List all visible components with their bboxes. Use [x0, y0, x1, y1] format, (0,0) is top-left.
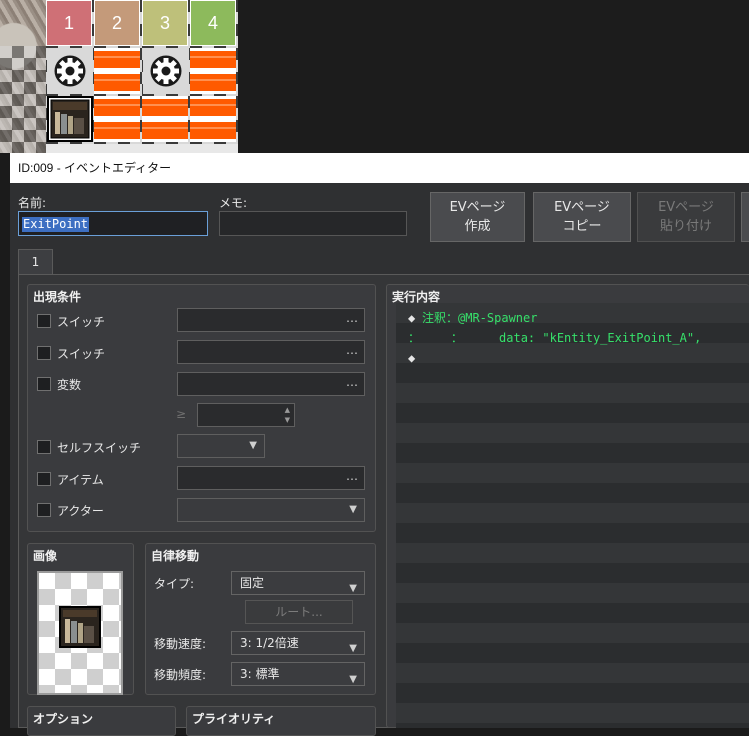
region-label: 2 — [111, 13, 122, 33]
name-value: ExitPoint — [22, 217, 90, 232]
spawn-marker-tile[interactable] — [190, 48, 236, 94]
spawn-marker-tile[interactable] — [190, 96, 236, 142]
region-label: 3 — [159, 13, 170, 33]
chevron-down-icon: ▼ — [349, 674, 357, 685]
self-switch-checkbox[interactable] — [37, 440, 51, 454]
region-tile-1[interactable]: 1 — [46, 0, 92, 46]
image-title: 画像 — [33, 549, 58, 563]
command-list[interactable]: ◆ 注釈：@MR-Spawner ： ： data: "kEntity_Exit… — [396, 303, 749, 728]
command-text: ： data: "kEntity_ExitPoint_A", — [422, 331, 702, 345]
region-label: 4 — [207, 13, 218, 33]
copy-page-button[interactable]: EVページ コピー — [533, 192, 631, 242]
movement-frequency-select[interactable]: 3: 標準 ▼ — [231, 662, 365, 686]
options-group: オプション — [27, 706, 176, 736]
route-button[interactable]: ルート... — [245, 600, 353, 624]
command-bullet: ◆ — [408, 311, 416, 325]
gear-icon — [54, 55, 86, 87]
bookshelf-icon — [50, 99, 90, 139]
conditions-title: 出現条件 — [33, 290, 82, 304]
spawn-marker-tile[interactable] — [94, 48, 140, 94]
map-canvas[interactable]: 1 2 3 4 — [0, 0, 749, 153]
name-field[interactable]: ExitPoint — [18, 211, 208, 236]
command-row[interactable]: ◆ 注釈：@MR-Spawner — [396, 308, 749, 328]
selected-event-tile[interactable] — [47, 96, 93, 142]
memo-field[interactable] — [219, 211, 407, 236]
movement-type-select[interactable]: 固定 ▼ — [231, 571, 365, 595]
event-image-preview[interactable] — [37, 571, 123, 695]
event-tile-gear[interactable] — [143, 48, 189, 94]
event-editor-window: ID:009 - イベントエディター 名前: ExitPoint メモ: EVペ… — [10, 153, 749, 736]
actor-checkbox[interactable] — [37, 503, 51, 517]
window-title: ID:009 - イベントエディター — [10, 153, 749, 183]
priority-group: プライオリティ — [186, 706, 376, 736]
switch2-selector[interactable]: … — [177, 340, 365, 364]
chevron-down-icon: ▼ — [349, 504, 357, 515]
switch2-checkbox[interactable] — [37, 346, 51, 360]
speed-label: 移動速度: — [154, 637, 207, 651]
name-label: 名前: — [18, 196, 47, 210]
tab-page-1[interactable]: 1 — [18, 249, 53, 275]
paste-page-button[interactable]: EVページ 貼り付け — [637, 192, 735, 242]
self-switch-select[interactable]: ▼ — [177, 434, 265, 458]
event-tile-gear[interactable] — [47, 48, 93, 94]
switch2-label: スイッチ — [57, 347, 106, 361]
command-bullet: ： — [408, 331, 421, 345]
chevron-down-icon: ▼ — [249, 440, 257, 451]
bookshelf-icon — [59, 606, 101, 648]
chevron-down-icon: ▼ — [349, 643, 357, 654]
priority-title: プライオリティ — [192, 712, 276, 726]
spawn-marker-tile[interactable] — [142, 96, 188, 142]
spawn-marker-tile[interactable] — [94, 96, 140, 142]
region-tile-4[interactable]: 4 — [190, 0, 236, 46]
memo-label: メモ: — [219, 196, 248, 210]
gear-icon — [150, 55, 182, 87]
variable-checkbox[interactable] — [37, 377, 51, 391]
item-selector[interactable]: … — [177, 466, 365, 490]
variable-selector[interactable]: … — [177, 372, 365, 396]
switch1-checkbox[interactable] — [37, 314, 51, 328]
map-row-edge — [46, 144, 238, 153]
switch1-label: スイッチ — [57, 315, 106, 329]
switch1-selector[interactable]: … — [177, 308, 365, 332]
command-row[interactable]: ◆ — [396, 348, 749, 368]
variable-label: 変数 — [57, 378, 82, 392]
clear-page-button[interactable] — [741, 192, 749, 242]
chevron-down-icon: ▼ — [349, 583, 357, 594]
region-tile-2[interactable]: 2 — [94, 0, 140, 46]
actor-label: アクター — [57, 504, 104, 518]
variable-value-spinner[interactable]: ▲ ▼ — [197, 403, 295, 427]
floor-tile-overlay — [0, 46, 46, 153]
command-bullet: ◆ — [408, 351, 416, 365]
new-page-button[interactable]: EVページ 作成 — [430, 192, 525, 242]
item-checkbox[interactable] — [37, 472, 51, 486]
command-row[interactable]: ： ： data: "kEntity_ExitPoint_A", — [396, 328, 749, 348]
command-text: 注釈：@MR-Spawner — [422, 311, 538, 325]
self-switch-label: セルフスイッチ — [57, 441, 142, 455]
compare-symbol: ≥ — [176, 407, 187, 421]
region-label: 1 — [63, 13, 74, 33]
frequency-label: 移動頻度: — [154, 668, 207, 682]
type-label: タイプ: — [154, 577, 195, 591]
movement-speed-select[interactable]: 3: 1/2倍速 ▼ — [231, 631, 365, 655]
item-label: アイテム — [57, 473, 104, 487]
actor-select[interactable]: ▼ — [177, 498, 365, 522]
autonomous-movement-title: 自律移動 — [151, 549, 200, 563]
region-tile-3[interactable]: 3 — [142, 0, 188, 46]
options-title: オプション — [33, 712, 94, 726]
spinner-arrows-icon[interactable]: ▲ ▼ — [285, 405, 290, 425]
